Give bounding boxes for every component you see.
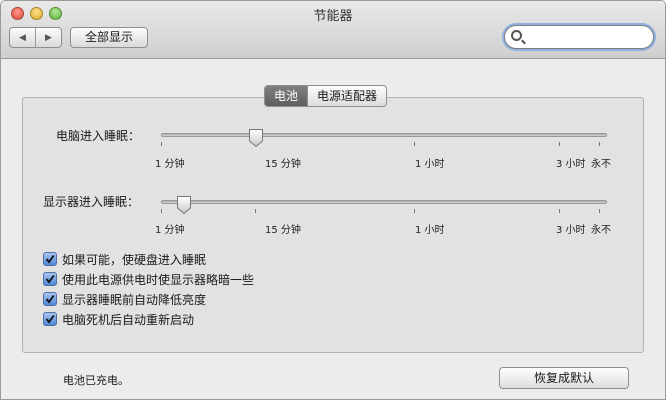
slider-tick bbox=[161, 209, 162, 213]
option-dim-display[interactable]: 使用此电源供电时使显示器略暗一些 bbox=[43, 270, 254, 288]
tab-power-adapter[interactable]: 电源适配器 bbox=[307, 86, 386, 106]
option-label: 电脑死机后自动重新启动 bbox=[62, 312, 195, 327]
slider-thumb[interactable] bbox=[176, 195, 192, 215]
checkbox-checked-icon[interactable] bbox=[43, 292, 57, 306]
tick-label-15min: 15 分钟 bbox=[265, 225, 301, 236]
power-source-tabs: 电池 电源适配器 bbox=[264, 85, 388, 107]
slider-tick bbox=[599, 142, 600, 146]
display-sleep-slider[interactable]: 1 分钟 15 分钟 1 小时 3 小时 永不 bbox=[155, 195, 611, 236]
option-label: 显示器睡眠前自动降低亮度 bbox=[62, 292, 207, 307]
tick-label-1hour: 1 小时 bbox=[415, 159, 445, 170]
tick-label-15min: 15 分钟 bbox=[265, 159, 301, 170]
window-title: 节能器 bbox=[313, 9, 353, 24]
slider-tick bbox=[414, 209, 415, 213]
checkbox-checked-icon[interactable] bbox=[43, 312, 57, 326]
tick-label-3hour: 3 小时 bbox=[556, 159, 586, 170]
tick-label-3hour: 3 小时 bbox=[556, 225, 586, 236]
title-bar: 节能器 ◀ ▶ 全部显示 bbox=[1, 1, 665, 59]
tick-label-never: 永不 bbox=[591, 159, 611, 170]
forward-arrow-icon[interactable]: ▶ bbox=[35, 28, 61, 47]
display-sleep-label: 显示器进入睡眠： bbox=[43, 195, 140, 209]
slider-tick bbox=[161, 142, 162, 146]
option-restart-after-freeze[interactable]: 电脑死机后自动重新启动 bbox=[43, 310, 194, 328]
search-input[interactable] bbox=[527, 29, 647, 45]
computer-sleep-label: 电脑进入睡眠： bbox=[56, 129, 141, 143]
slider-tick bbox=[414, 142, 415, 146]
computer-sleep-slider[interactable]: 1 分钟 15 分钟 1 小时 3 小时 永不 bbox=[155, 128, 611, 170]
energy-saver-window: 节能器 ◀ ▶ 全部显示 电池 电源适配器 电脑进入睡眠： 1 分钟 15 分钟… bbox=[0, 0, 666, 400]
tab-battery[interactable]: 电池 bbox=[265, 86, 308, 106]
slider-track bbox=[161, 200, 607, 204]
option-label: 如果可能，使硬盘进入睡眠 bbox=[62, 252, 207, 267]
back-arrow-icon[interactable]: ◀ bbox=[10, 28, 35, 47]
checkbox-checked-icon[interactable] bbox=[43, 272, 57, 286]
tick-label-1min: 1 分钟 bbox=[155, 225, 185, 236]
option-disk-sleep[interactable]: 如果可能，使硬盘进入睡眠 bbox=[43, 250, 206, 268]
restore-defaults-button[interactable]: 恢复成默认 bbox=[499, 367, 629, 389]
slider-tick bbox=[559, 142, 560, 146]
slider-tick bbox=[255, 209, 256, 213]
tick-label-1min: 1 分钟 bbox=[155, 159, 185, 170]
slider-tick bbox=[559, 209, 560, 213]
back-forward-control: ◀ ▶ bbox=[9, 27, 62, 48]
tick-label-1hour: 1 小时 bbox=[415, 225, 445, 236]
checkbox-checked-icon[interactable] bbox=[43, 252, 57, 266]
tick-label-never: 永不 bbox=[591, 225, 611, 236]
battery-status-text: 电池已充电。 bbox=[63, 374, 129, 387]
show-all-button[interactable]: 全部显示 bbox=[70, 27, 148, 48]
slider-tick bbox=[599, 209, 600, 213]
slider-thumb[interactable] bbox=[248, 128, 264, 148]
search-icon bbox=[511, 30, 522, 41]
option-reduce-brightness[interactable]: 显示器睡眠前自动降低亮度 bbox=[43, 290, 206, 308]
slider-track bbox=[161, 133, 607, 137]
option-label: 使用此电源供电时使显示器略暗一些 bbox=[62, 272, 255, 287]
search-field[interactable] bbox=[504, 25, 654, 49]
